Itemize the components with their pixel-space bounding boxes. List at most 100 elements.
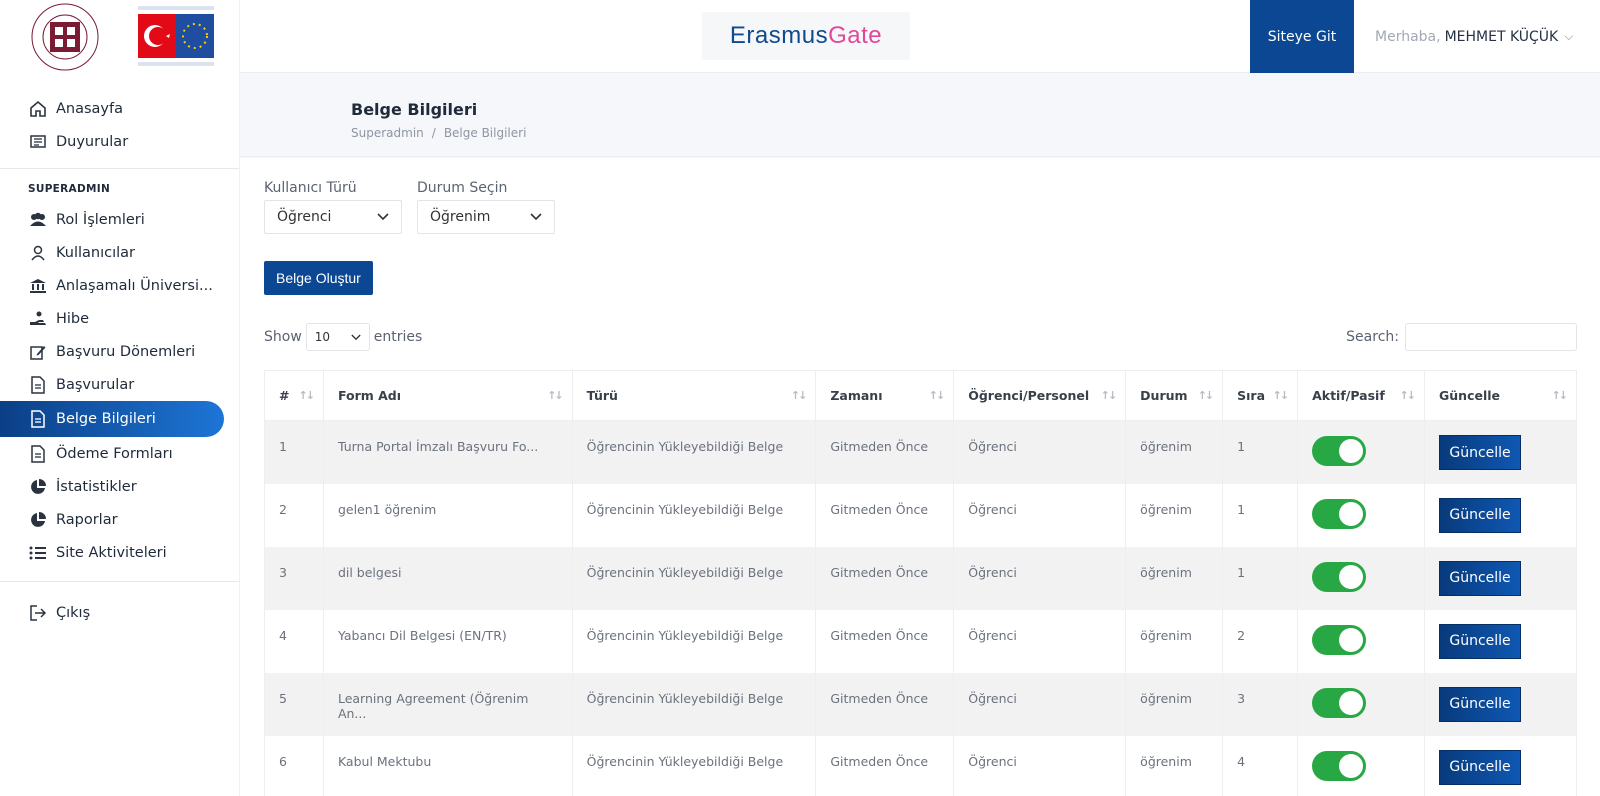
home-icon bbox=[28, 99, 48, 119]
search-input[interactable] bbox=[1405, 323, 1577, 351]
cell-who: Öğrenci bbox=[953, 546, 1127, 610]
nav-periods[interactable]: Başvuru Dönemleri bbox=[0, 335, 239, 368]
table-row: 2 gelen1 öğrenim Öğrencinin Yükleyebildi… bbox=[264, 483, 1577, 547]
entries-length: Show 10 entries bbox=[264, 322, 422, 352]
user-icon bbox=[28, 243, 48, 263]
active-toggle[interactable] bbox=[1312, 624, 1367, 655]
nav-logout-label: Çıkış bbox=[56, 604, 91, 621]
cell-status: öğrenim bbox=[1125, 735, 1224, 796]
user-type-filter: Kullanıcı Türü Öğrenci bbox=[264, 180, 402, 234]
page-title: Belge Bilgileri bbox=[351, 100, 478, 119]
user-type-select[interactable]: Öğrenci bbox=[264, 200, 402, 234]
column-header-active[interactable]: Aktif/Pasif ↑↓ bbox=[1297, 370, 1426, 421]
cell-time: Gitmeden Önce bbox=[815, 420, 955, 484]
cell-time: Gitmeden Önce bbox=[815, 672, 955, 736]
nav-universities[interactable]: Anlaşamalı Üniversi... bbox=[0, 269, 239, 302]
cell-order: 1 bbox=[1222, 420, 1299, 484]
cell-update: Güncelle bbox=[1424, 672, 1577, 736]
update-button[interactable]: Güncelle bbox=[1439, 749, 1522, 785]
nav-reports[interactable]: Raporlar bbox=[0, 503, 239, 536]
cell-number: 1 bbox=[264, 420, 324, 484]
entries-select[interactable]: 10 bbox=[305, 323, 370, 351]
cell-number: 2 bbox=[264, 483, 324, 547]
user-menu[interactable]: Merhaba, MEHMET KÜÇÜK ⌵ bbox=[1375, 0, 1573, 73]
cell-form-name: dil belgesi bbox=[322, 546, 573, 610]
nav-statistics-label: İstatistikler bbox=[56, 478, 137, 495]
sort-icon: ↑↓ bbox=[1551, 389, 1569, 402]
sort-icon: ↑↓ bbox=[1197, 389, 1215, 402]
status-select[interactable]: Öğrenim bbox=[417, 200, 555, 234]
column-header-status[interactable]: Durum ↑↓ bbox=[1125, 370, 1224, 421]
user-name: MEHMET KÜÇÜK bbox=[1444, 28, 1559, 45]
active-toggle[interactable] bbox=[1312, 750, 1367, 781]
chevron-down-icon bbox=[377, 210, 389, 224]
nav-announcements[interactable]: Duyurular bbox=[0, 125, 239, 158]
brand-part-1: Erasmus bbox=[729, 22, 829, 49]
sort-icon: ↑↓ bbox=[928, 389, 946, 402]
nav-roles[interactable]: Rol İşlemleri bbox=[0, 203, 239, 236]
update-button[interactable]: Güncelle bbox=[1439, 623, 1522, 659]
brand-logo[interactable]: Erasmus Gate bbox=[702, 12, 910, 60]
update-button[interactable]: Güncelle bbox=[1439, 497, 1522, 533]
nav-users-label: Kullanıcılar bbox=[56, 244, 136, 261]
column-header-form-name[interactable]: Form Adı ↑↓ bbox=[322, 370, 573, 421]
logout-icon bbox=[28, 603, 48, 623]
main-content: Kullanıcı Türü Öğrenci Durum Seçin Öğren… bbox=[240, 158, 1600, 796]
breadcrumb-superadmin[interactable]: Superadmin bbox=[351, 126, 424, 140]
cell-form-name: Yabancı Dil Belgesi (EN/TR) bbox=[322, 609, 573, 673]
update-button[interactable]: Güncelle bbox=[1439, 560, 1522, 596]
nav-users[interactable]: Kullanıcılar bbox=[0, 236, 239, 269]
active-toggle[interactable] bbox=[1312, 687, 1367, 718]
column-header-order[interactable]: Sıra ↑↓ bbox=[1222, 370, 1299, 421]
cell-order: 4 bbox=[1222, 735, 1299, 796]
column-header-update[interactable]: Güncelle ↑↓ bbox=[1424, 370, 1577, 421]
cell-form-name: Learning Agreement (Öğrenim An... bbox=[322, 672, 573, 736]
show-label: Show bbox=[264, 329, 302, 345]
column-header-who[interactable]: Öğrenci/Personel ↑↓ bbox=[953, 370, 1127, 421]
status-value: Öğrenim bbox=[430, 209, 491, 225]
cell-update: Güncelle bbox=[1424, 609, 1577, 673]
active-toggle[interactable] bbox=[1312, 436, 1367, 466]
sidebar-divider bbox=[0, 168, 239, 169]
cell-status: öğrenim bbox=[1125, 420, 1224, 484]
cell-update: Güncelle bbox=[1424, 420, 1577, 484]
nav-universities-label: Anlaşamalı Üniversi... bbox=[56, 277, 213, 294]
create-document-button[interactable]: Belge Oluştur bbox=[264, 261, 373, 295]
nav-logout[interactable]: Çıkış bbox=[0, 596, 239, 629]
update-button[interactable]: Güncelle bbox=[1439, 435, 1522, 470]
top-bar: Erasmus Gate Siteye Git Merhaba, MEHMET K… bbox=[240, 0, 1600, 73]
cell-form-name: Turna Portal İmzalı Başvuru Fo... bbox=[322, 420, 573, 484]
nav-site-activities[interactable]: Site Aktiviteleri bbox=[0, 536, 239, 569]
column-header-type[interactable]: Türü ↑↓ bbox=[571, 370, 817, 421]
cell-who: Öğrenci bbox=[953, 609, 1127, 673]
sort-icon: ↑↓ bbox=[790, 389, 808, 402]
nav-applications[interactable]: Başvurular bbox=[0, 368, 239, 401]
nav-document-info[interactable]: Belge Bilgileri bbox=[0, 401, 224, 437]
entries-label: entries bbox=[373, 329, 423, 345]
cell-number: 5 bbox=[264, 672, 324, 736]
page-header: Belge Bilgileri Superadmin / Belge Bilgile… bbox=[240, 74, 1600, 157]
cell-who: Öğrenci bbox=[953, 672, 1127, 736]
nav-home[interactable]: Anasayfa bbox=[0, 92, 239, 125]
cell-active bbox=[1297, 483, 1426, 547]
sidebar-section-title: SUPERADMIN bbox=[28, 183, 111, 195]
cell-type: Öğrencinin Yükleyebildiği Belge bbox=[571, 735, 817, 796]
visit-site-button[interactable]: Siteye Git bbox=[1250, 0, 1354, 73]
breadcrumb-separator: / bbox=[431, 126, 436, 140]
nav-statistics[interactable]: İstatistikler bbox=[0, 470, 239, 503]
active-toggle[interactable] bbox=[1312, 561, 1367, 592]
cell-form-name: Kabul Mektubu bbox=[322, 735, 573, 796]
column-header-number[interactable]: # ↑↓ bbox=[264, 370, 324, 421]
update-button[interactable]: Güncelle bbox=[1439, 686, 1522, 722]
university-logo bbox=[30, 2, 100, 72]
nav-payment-forms[interactable]: Ödeme Formları bbox=[0, 437, 239, 470]
cell-active bbox=[1297, 546, 1426, 610]
sort-icon: ↑↓ bbox=[1100, 389, 1118, 402]
column-header-time[interactable]: Zamanı ↑↓ bbox=[815, 370, 955, 421]
table-search: Search: bbox=[1346, 322, 1577, 352]
active-toggle[interactable] bbox=[1312, 498, 1367, 529]
cell-type: Öğrencinin Yükleyebildiği Belge bbox=[571, 420, 817, 484]
status-filter: Durum Seçin Öğrenim bbox=[417, 180, 555, 234]
document-icon bbox=[28, 444, 48, 464]
nav-grants[interactable]: Hibe bbox=[0, 302, 239, 335]
